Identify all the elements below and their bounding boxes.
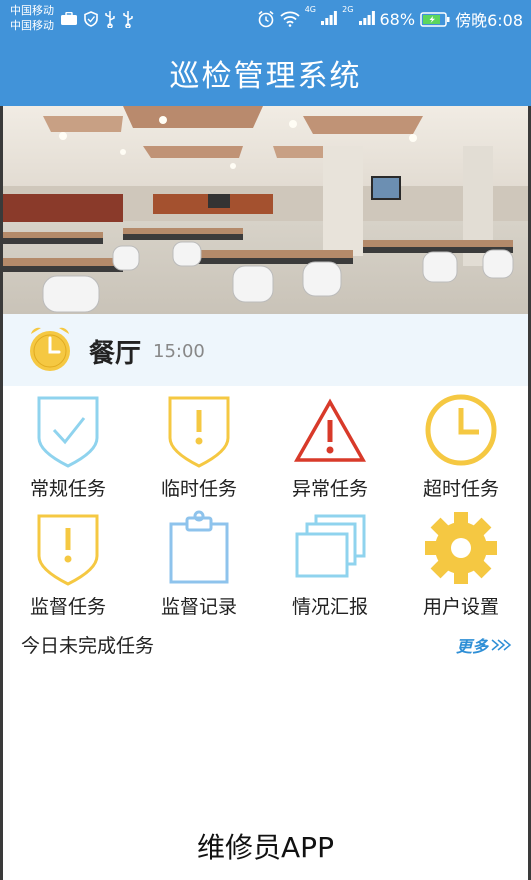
menu-item-label: 超时任务	[422, 478, 499, 500]
network-type-2: 2G	[342, 4, 354, 14]
shield-exclamation-icon	[37, 514, 99, 586]
app-header: 巡检管理系统	[0, 40, 531, 106]
alarm-status-icon	[258, 10, 274, 28]
warning-triangle-icon	[293, 398, 367, 462]
usb-icon	[105, 11, 115, 28]
menu-item-overtime-task[interactable]: 超时任务	[396, 388, 526, 506]
stacked-cards-icon	[295, 514, 366, 578]
menu-item-supervision-record[interactable]: 监督记录	[134, 506, 264, 624]
menu-item-user-settings[interactable]: 用户设置	[396, 506, 526, 624]
page-title: 巡检管理系统	[169, 59, 362, 94]
shield-check-icon	[37, 396, 99, 468]
carrier-2: 中国移动	[10, 19, 54, 32]
menu-item-label: 常规任务	[29, 478, 106, 500]
clock-icon	[425, 394, 497, 466]
more-link[interactable]: 更多	[456, 633, 512, 657]
battery-percent: 68%	[379, 9, 416, 29]
menu-item-label: 监督任务	[29, 596, 106, 618]
banner-photo	[3, 106, 528, 314]
footer-caption: 维修员APP	[197, 831, 334, 864]
vpn-shield-icon	[84, 11, 98, 27]
menu-item-label: 情况汇报	[291, 596, 368, 618]
network-type-1: 4G	[304, 4, 317, 14]
briefcase-icon	[61, 12, 77, 25]
today-unfinished-header: 今日未完成任务 更多	[3, 626, 528, 662]
status-time: 傍晚6:08	[455, 11, 523, 30]
alarm-clock-icon	[30, 327, 70, 371]
location-time: 15:00	[153, 341, 205, 362]
menu-item-supervision-task[interactable]: 监督任务	[3, 506, 133, 624]
clipboard-icon	[169, 510, 229, 584]
menu-item-label: 用户设置	[422, 596, 499, 618]
status-bar: 中国移动 中国移动 4G 2G 68% 傍晚6:08	[0, 0, 531, 40]
shield-exclamation-icon	[168, 396, 230, 468]
app-screen: 中国移动 中国移动 4G 2G 68% 傍晚6:08 巡检管理系统 餐厅 15:…	[0, 0, 531, 880]
signal-icon-1	[321, 10, 338, 25]
menu-item-routine-task[interactable]: 常规任务	[3, 388, 133, 506]
gear-icon	[425, 512, 497, 584]
carrier-info: 中国移动 中国移动	[10, 3, 54, 33]
menu-item-abnormal-task[interactable]: 异常任务	[265, 388, 395, 506]
today-unfinished-label: 今日未完成任务	[21, 635, 155, 657]
menu-item-label: 监督记录	[160, 596, 237, 618]
notification-icons	[60, 10, 134, 28]
menu-item-label: 异常任务	[291, 478, 368, 500]
double-chevron-right-icon	[491, 639, 512, 651]
battery-icon	[420, 11, 450, 27]
menu-item-temporary-task[interactable]: 临时任务	[134, 388, 264, 506]
signal-icon-2	[358, 10, 375, 25]
wifi-icon	[280, 11, 300, 27]
frame-edge-left	[0, 106, 3, 880]
carrier-1: 中国移动	[10, 4, 54, 17]
location-bar: 餐厅 15:00	[3, 314, 528, 386]
location-name: 餐厅	[89, 339, 142, 369]
usb-icon-2	[123, 11, 133, 28]
system-icons: 4G 2G 68% 傍晚6:08	[257, 4, 523, 30]
menu-item-label: 临时任务	[160, 478, 237, 500]
menu-item-situation-report[interactable]: 情况汇报	[265, 506, 395, 624]
more-label: 更多	[455, 637, 488, 656]
